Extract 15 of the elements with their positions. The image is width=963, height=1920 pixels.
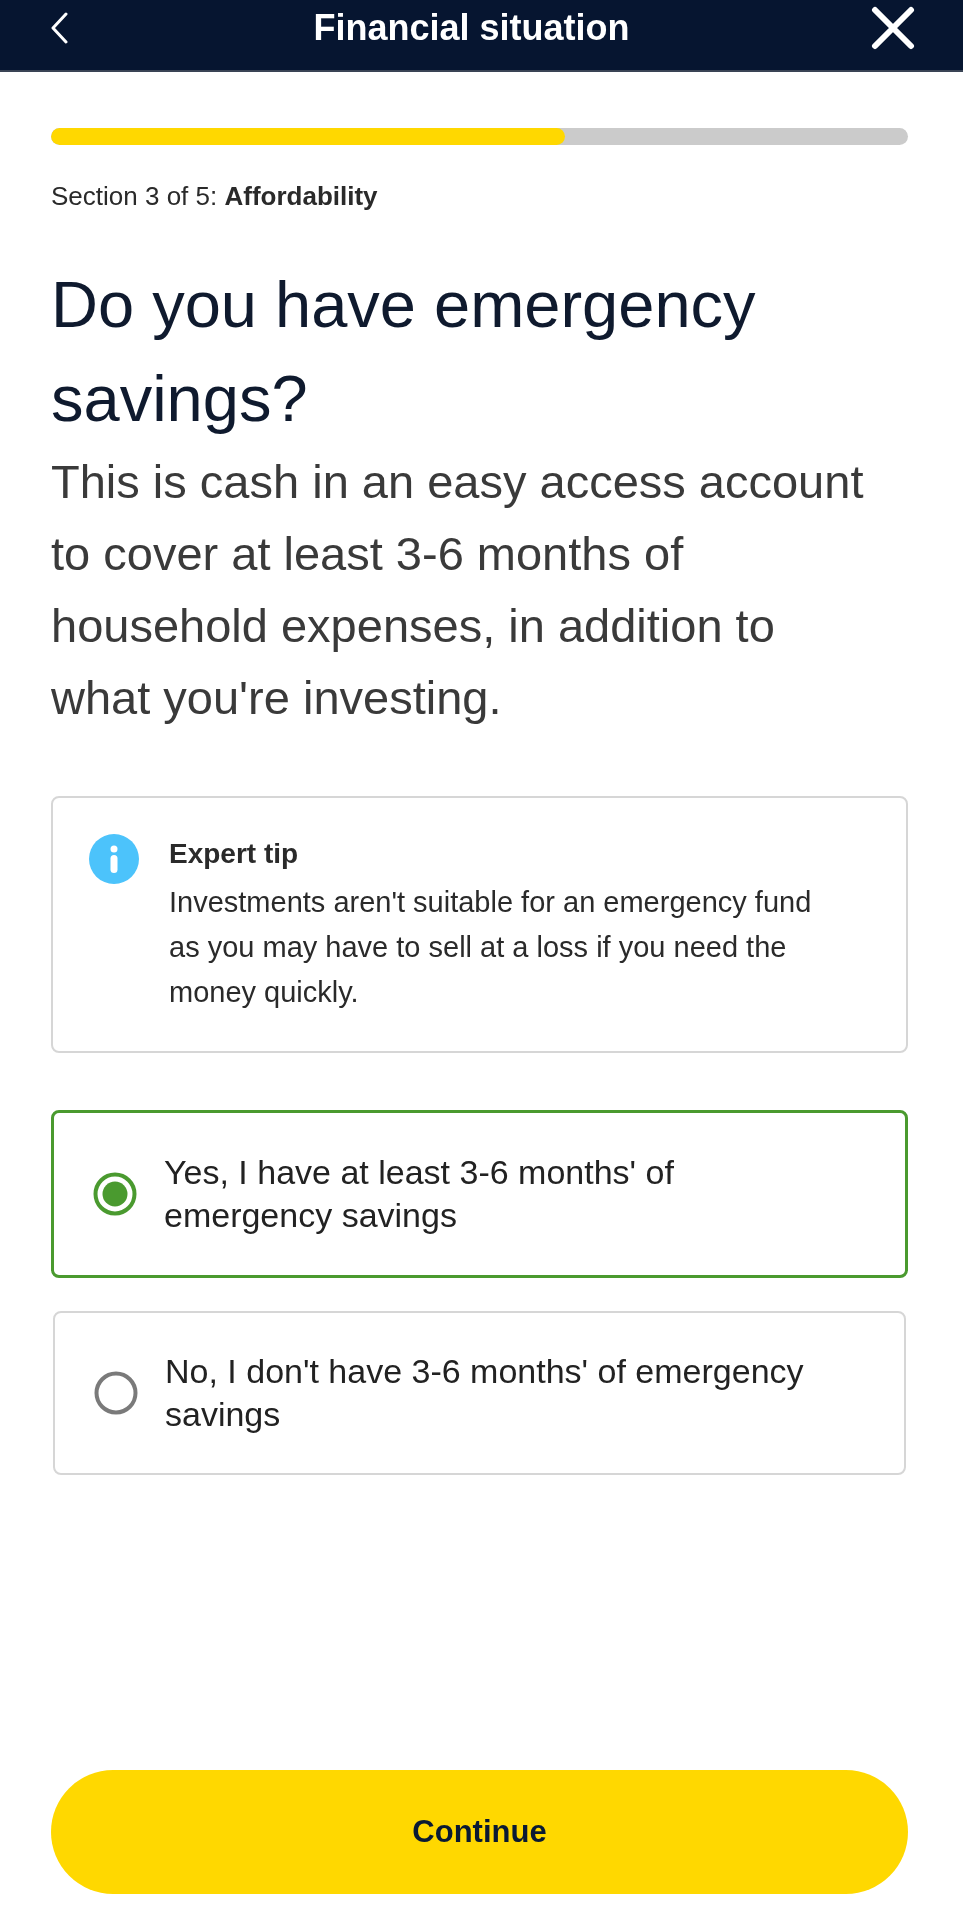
- radio-icon: [94, 1371, 138, 1415]
- close-icon[interactable]: [871, 6, 915, 50]
- radio-icon: [93, 1172, 137, 1216]
- option-label: Yes, I have at least 3-6 months' of emergency savings: [164, 1152, 675, 1236]
- question-heading: Do you have emergency savings?: [51, 267, 757, 437]
- section-label: Section 3 of 5: Affordability: [51, 181, 379, 211]
- continue-button[interactable]: Continue: [51, 1770, 908, 1894]
- option-label: No, I don't have 3-6 months' of emergency savings: [165, 1351, 805, 1435]
- answer-option[interactable]: No, I don't have 3-6 months' of emergency savings: [53, 1311, 906, 1475]
- tip-title: Expert tip: [169, 837, 300, 871]
- answer-option[interactable]: Yes, I have at least 3-6 months' of emergency savings: [51, 1110, 908, 1278]
- screen-title: Financial situation: [313, 6, 630, 50]
- info-icon: [89, 834, 139, 884]
- question-description: This is cash in an easy access account to cover at least 3-6 months of household expenses, in addition to what you're investing.: [51, 454, 865, 726]
- tip-text: Investments aren't suitable for an emergency fund as you may have to sell at a loss if you need the money quickly.: [169, 885, 813, 1010]
